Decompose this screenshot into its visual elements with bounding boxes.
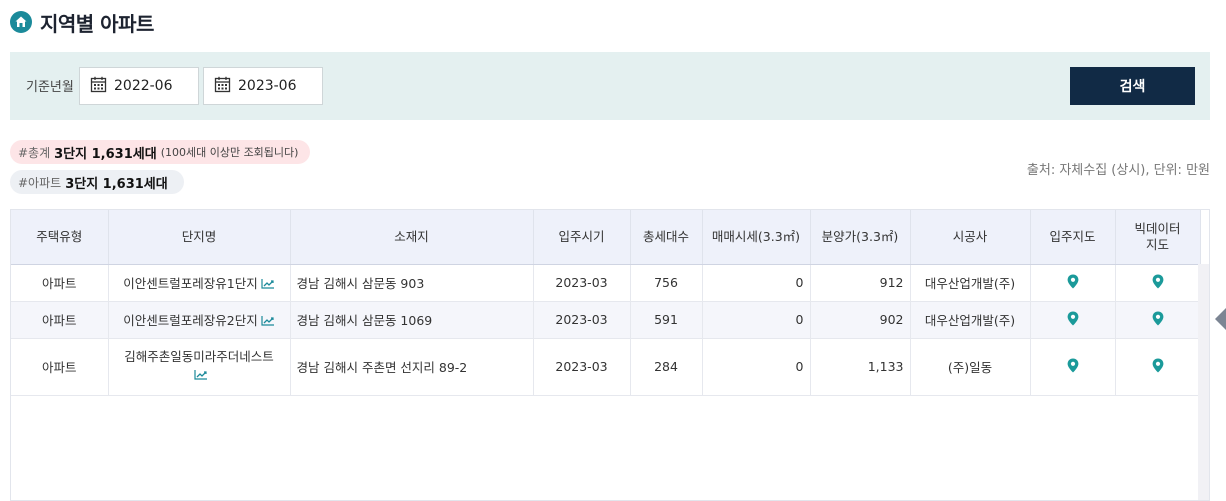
cell-sale-price: 0 <box>702 338 811 396</box>
cell-units: 591 <box>630 301 703 339</box>
filter-bar: 기준년월 2022-06 2023-06 검색 <box>10 52 1210 120</box>
table-header-row: 주택유형 단지명 소재지 입주시기 총세대수 매매시세(3.3㎡) 분양가(3.… <box>11 210 1201 265</box>
cell-address: 경남 김해시 삼문동 903 <box>290 264 534 302</box>
trend-chart-icon[interactable] <box>261 314 275 329</box>
total-summary-badge: #총계 3단지 1,631세대 (100세대 이상만 조회됩니다) <box>10 140 311 164</box>
cell-bigdata-map[interactable] <box>1115 264 1201 302</box>
apartment-table: 주택유형 단지명 소재지 입주시기 총세대수 매매시세(3.3㎡) 분양가(3.… <box>11 210 1201 396</box>
source-note: 출처: 자체수집 (상시), 단위: 만원 <box>1026 163 1210 178</box>
start-month-value: 2022-06 <box>114 78 173 94</box>
col-header: 입주지도 <box>1030 210 1116 265</box>
map-pin-icon[interactable] <box>1067 311 1079 329</box>
calendar-icon <box>90 76 107 97</box>
end-month-input[interactable]: 2023-06 <box>203 67 323 105</box>
cell-address: 경남 김해시 주촌면 선지리 89-2 <box>290 338 534 396</box>
col-header: 단지명 <box>108 210 291 265</box>
apartment-summary-badge: #아파트 3단지 1,631세대 <box>10 170 184 194</box>
cell-type: 아파트 <box>11 264 109 302</box>
cell-move-in-map[interactable] <box>1030 338 1116 396</box>
cell-address: 경남 김해시 삼문동 1069 <box>290 301 534 339</box>
col-header: 총세대수 <box>630 210 703 265</box>
cell-presale-price: 1,133 <box>810 338 911 396</box>
cell-move-in-map[interactable] <box>1030 264 1116 302</box>
side-panel-toggle-arrow-icon[interactable] <box>1215 308 1226 330</box>
table-row[interactable]: 아파트 이안센트럴포레장유2단지 경남 김해시 삼문동 1069 2023-03… <box>11 301 1201 339</box>
start-month-input[interactable]: 2022-06 <box>79 67 199 105</box>
cell-bigdata-map[interactable] <box>1115 338 1201 396</box>
map-pin-icon[interactable] <box>1152 358 1164 376</box>
trend-chart-icon[interactable] <box>193 367 208 386</box>
end-month-value: 2023-06 <box>238 78 297 94</box>
total-summary-value: 3단지 1,631세대 <box>54 146 157 162</box>
table-row[interactable]: 아파트 이안센트럴포레장유1단지 경남 김해시 삼문동 903 2023-03 … <box>11 264 1201 302</box>
col-header: 소재지 <box>290 210 534 265</box>
cell-complex-name[interactable]: 이안센트럴포레장유1단지 <box>108 264 291 302</box>
cell-builder: 대우산업개발(주) <box>910 264 1031 302</box>
total-summary-note: (100세대 이상만 조회됩니다) <box>160 146 299 159</box>
apartment-summary-value: 3단지 1,631세대 <box>65 176 168 192</box>
trend-chart-icon[interactable] <box>261 277 275 292</box>
map-pin-icon[interactable] <box>1152 311 1164 329</box>
base-month-label: 기준년월 <box>26 80 74 95</box>
cell-type: 아파트 <box>11 338 109 396</box>
apartment-table-container: 주택유형 단지명 소재지 입주시기 총세대수 매매시세(3.3㎡) 분양가(3.… <box>10 209 1210 501</box>
col-header: 빅데이터 지도 <box>1115 210 1201 265</box>
cell-units: 756 <box>630 264 703 302</box>
cell-move-in: 2023-03 <box>533 338 631 396</box>
map-pin-icon[interactable] <box>1152 274 1164 292</box>
cell-units: 284 <box>630 338 703 396</box>
col-header: 주택유형 <box>11 210 109 265</box>
cell-presale-price: 902 <box>810 301 911 339</box>
cell-move-in-map[interactable] <box>1030 301 1116 339</box>
table-row[interactable]: 아파트 김해주촌일동미라주더네스트 경남 김해시 주촌면 선지리 89-2 20… <box>11 338 1201 396</box>
search-button[interactable]: 검색 <box>1070 67 1195 105</box>
home-icon <box>10 11 32 33</box>
col-header: 분양가(3.3㎡) <box>810 210 911 265</box>
cell-complex-name[interactable]: 김해주촌일동미라주더네스트 <box>108 338 291 396</box>
table-scrollbar[interactable] <box>1198 264 1209 500</box>
cell-type: 아파트 <box>11 301 109 339</box>
cell-sale-price: 0 <box>702 301 811 339</box>
calendar-icon <box>214 76 231 97</box>
map-pin-icon[interactable] <box>1067 274 1079 292</box>
cell-sale-price: 0 <box>702 264 811 302</box>
page-header: 지역별 아파트 <box>10 8 154 36</box>
page-title: 지역별 아파트 <box>40 11 154 36</box>
cell-builder: 대우산업개발(주) <box>910 301 1031 339</box>
cell-builder: (주)일동 <box>910 338 1031 396</box>
cell-move-in: 2023-03 <box>533 301 631 339</box>
map-pin-icon[interactable] <box>1067 358 1079 376</box>
col-header: 시공사 <box>910 210 1031 265</box>
cell-presale-price: 912 <box>810 264 911 302</box>
cell-complex-name[interactable]: 이안센트럴포레장유2단지 <box>108 301 291 339</box>
col-header: 매매시세(3.3㎡) <box>702 210 811 265</box>
col-header: 입주시기 <box>533 210 631 265</box>
cell-bigdata-map[interactable] <box>1115 301 1201 339</box>
cell-move-in: 2023-03 <box>533 264 631 302</box>
